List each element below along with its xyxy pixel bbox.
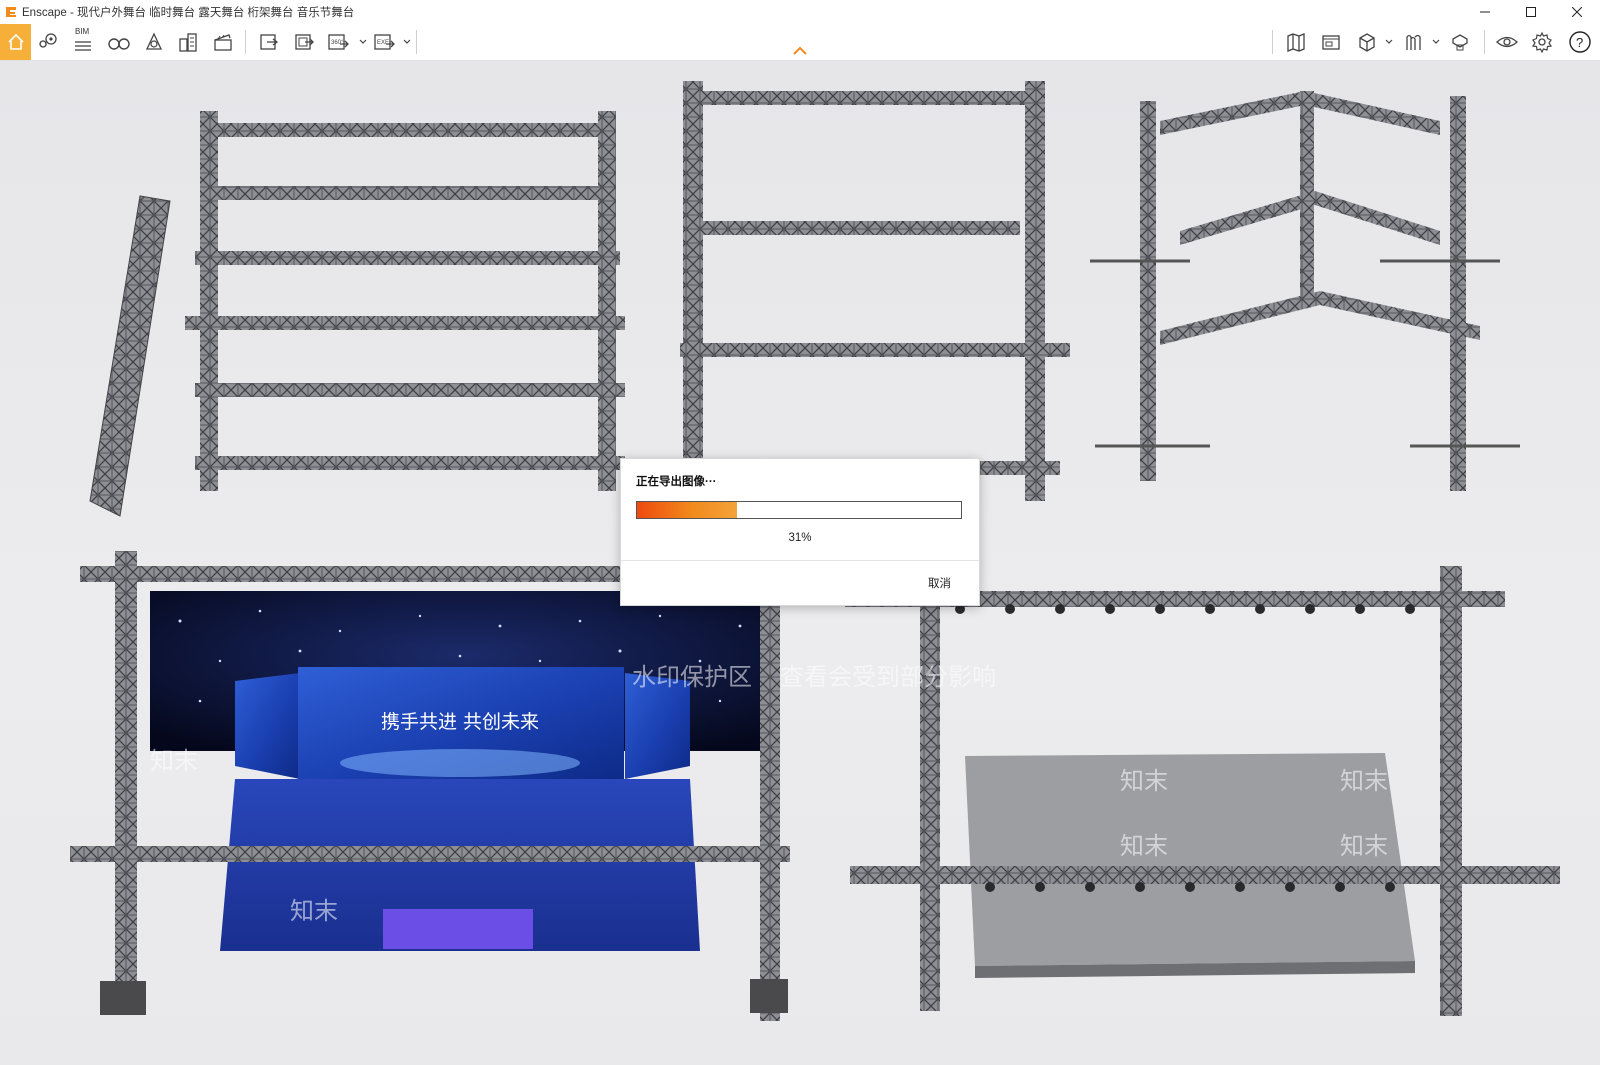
stage-screen-slogan: 携手共进 共创未来	[381, 711, 539, 733]
main-toolbar: BIM 360° EXE ?	[0, 24, 1600, 61]
enscape-logo-icon	[6, 7, 16, 17]
stage-structure-gray	[845, 566, 1560, 1016]
sticker-icon	[1322, 35, 1340, 50]
asset-library-button[interactable]	[1397, 24, 1431, 60]
stage-structure-led: 携手共进 共创未来	[70, 551, 800, 1021]
cube-icon	[1359, 33, 1375, 52]
dialog-title: 正在导出图像···	[636, 476, 717, 488]
close-icon	[1572, 7, 1582, 17]
bell-icon	[145, 32, 163, 50]
truss-structure-1	[89, 111, 625, 517]
maximize-icon	[1526, 7, 1536, 17]
toolbar-separator	[416, 30, 417, 54]
minimize-icon	[1480, 11, 1490, 13]
toolbar-separator	[1484, 30, 1485, 54]
export-exe-button[interactable]: EXE	[368, 24, 402, 60]
screenshot-button[interactable]	[252, 24, 286, 60]
map-button[interactable]	[1279, 24, 1313, 60]
window-controls	[1462, 0, 1600, 24]
map-icon	[1287, 33, 1305, 52]
chevron-down-icon[interactable]	[1385, 38, 1393, 46]
batch-render-button[interactable]	[287, 24, 321, 60]
export-exe-icon: EXE	[374, 34, 395, 50]
sticker-button[interactable]	[1314, 24, 1348, 60]
help-button[interactable]: ?	[1563, 24, 1597, 60]
progress-percent-label: 31%	[788, 532, 812, 544]
buildings-button[interactable]	[171, 24, 205, 60]
window-title: Enscape - 现代户外舞台 临时舞台 露天舞台 桁架舞台 音乐节舞台	[22, 7, 355, 19]
batch-render-icon	[295, 34, 314, 50]
chevron-down-icon[interactable]	[359, 38, 367, 46]
minimize-button[interactable]	[1462, 0, 1508, 24]
alerts-button[interactable]	[137, 24, 171, 60]
toolbar-separator	[245, 30, 246, 54]
home-icon	[7, 33, 24, 50]
asset-library-icon	[1406, 34, 1421, 50]
close-button[interactable]	[1554, 0, 1600, 24]
materials-icon	[1452, 34, 1468, 51]
help-icon: ?	[1569, 31, 1591, 53]
toolbar-separator	[1272, 30, 1273, 54]
binoculars-icon	[108, 38, 130, 50]
settings-gear-icon	[1531, 31, 1553, 53]
export-progress-bar	[636, 501, 962, 519]
cube-button[interactable]	[1350, 24, 1384, 60]
screenshot-icon	[260, 34, 279, 50]
export-progress-dialog: 正在导出图像··· 31% 取消	[620, 458, 980, 606]
views-button[interactable]	[102, 24, 136, 60]
dialog-divider	[621, 560, 979, 561]
panorama-360-icon: 360°	[328, 34, 349, 50]
chevron-down-icon[interactable]	[1432, 38, 1440, 46]
buildings-icon	[179, 33, 197, 52]
home-button[interactable]	[0, 24, 31, 60]
truss-structure-2	[680, 81, 1070, 501]
materials-button[interactable]	[1443, 24, 1477, 60]
clapperboard-icon	[214, 34, 232, 51]
location-button[interactable]	[32, 24, 66, 60]
export-progress-fill	[637, 502, 738, 518]
panorama-button[interactable]: 360°	[322, 24, 356, 60]
bim-label: BIM	[75, 27, 90, 36]
svg-text:360°: 360°	[331, 40, 344, 46]
maximize-button[interactable]	[1508, 0, 1554, 24]
visual-settings-button[interactable]	[1490, 24, 1524, 60]
settings-button[interactable]	[1525, 24, 1559, 60]
svg-text:EXE: EXE	[377, 40, 389, 46]
collapse-toolbar-chevron-icon[interactable]	[792, 46, 808, 56]
svg-text:?: ?	[1576, 35, 1583, 50]
cancel-button[interactable]: 取消	[928, 575, 951, 591]
video-editor-button[interactable]	[206, 24, 240, 60]
visual-settings-eye-icon	[1496, 36, 1518, 48]
bim-button[interactable]: BIM	[66, 24, 100, 60]
location-pin-icon	[39, 33, 57, 48]
title-bar: Enscape - 现代户外舞台 临时舞台 露天舞台 桁架舞台 音乐节舞台	[0, 0, 1600, 25]
truss-structure-3	[1090, 91, 1520, 491]
chevron-down-icon[interactable]	[403, 38, 411, 46]
